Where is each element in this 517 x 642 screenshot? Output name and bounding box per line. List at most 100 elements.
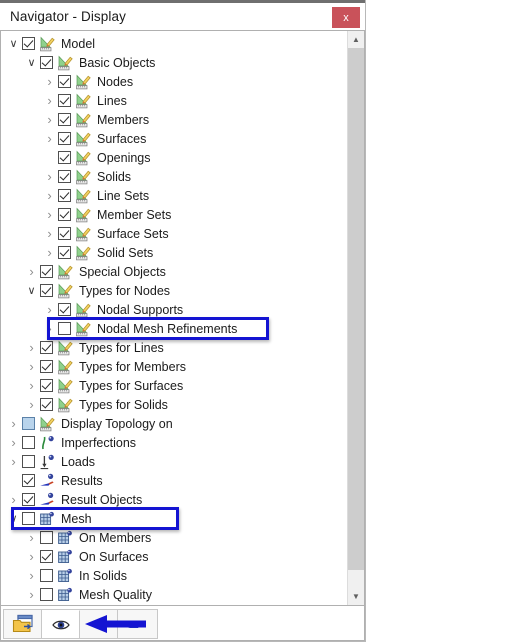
tree-checkbox[interactable] <box>40 379 53 392</box>
tree-checkbox[interactable] <box>40 588 53 601</box>
tree-checkbox[interactable] <box>22 436 35 449</box>
tree-checkbox[interactable] <box>22 455 35 468</box>
tree-row[interactable]: ∨ Basic Objects <box>1 53 347 72</box>
views-navigator-button[interactable] <box>80 610 118 638</box>
chevron-right-icon[interactable]: › <box>43 129 56 148</box>
tree-checkbox[interactable] <box>40 398 53 411</box>
tree-row[interactable]: › Nodal Supports <box>1 300 347 319</box>
tree-checkbox[interactable] <box>22 417 35 430</box>
tree-row[interactable]: › Member Sets <box>1 205 347 224</box>
chevron-right-icon[interactable]: › <box>43 300 56 319</box>
tree-checkbox[interactable] <box>40 284 53 297</box>
display-navigator-tree[interactable]: ∨ Model ∨ Basic Objects › Nodes › Lines › <box>1 31 347 605</box>
tree-row[interactable]: ∨ Mesh <box>1 507 347 530</box>
tree-checkbox[interactable] <box>58 208 71 221</box>
tree-row[interactable]: › On Members <box>1 528 347 547</box>
display-navigator-button[interactable] <box>42 610 80 638</box>
tree-row[interactable]: › Mesh Quality <box>1 585 347 604</box>
chevron-right-icon[interactable]: › <box>25 566 38 585</box>
chevron-right-icon[interactable]: › <box>43 110 56 129</box>
tree-row[interactable]: › Results <box>1 471 347 490</box>
scrollbar-thumb[interactable] <box>348 48 364 570</box>
tree-row[interactable]: › Members <box>1 110 347 129</box>
tree-checkbox[interactable] <box>22 474 35 487</box>
chevron-right-icon[interactable]: › <box>43 91 56 110</box>
tree-row[interactable]: › Openings <box>1 148 347 167</box>
chevron-right-icon[interactable]: › <box>25 262 38 281</box>
scroll-up-arrow-icon[interactable]: ▲ <box>348 31 364 48</box>
chevron-down-icon[interactable]: ∨ <box>7 34 20 53</box>
tree-checkbox[interactable] <box>22 37 35 50</box>
chevron-right-icon[interactable]: › <box>7 433 20 452</box>
chevron-down-icon[interactable]: ∨ <box>7 509 20 528</box>
tree-row[interactable]: › Types for Lines <box>1 338 347 357</box>
chevron-right-icon[interactable]: › <box>43 186 56 205</box>
chevron-down-icon[interactable]: ∨ <box>25 53 38 72</box>
tree-checkbox[interactable] <box>58 227 71 240</box>
chevron-right-icon[interactable]: › <box>25 585 38 604</box>
tree-row[interactable]: › Solid Sets <box>1 243 347 262</box>
tree-checkbox[interactable] <box>58 170 71 183</box>
tree-row[interactable]: › Lines <box>1 91 347 110</box>
tree-checkbox[interactable] <box>58 132 71 145</box>
tree-row[interactable]: › Imperfections <box>1 433 347 452</box>
tree-checkbox[interactable] <box>40 341 53 354</box>
chevron-right-icon[interactable]: › <box>7 414 20 433</box>
chevron-right-icon[interactable]: › <box>25 338 38 357</box>
tree-row[interactable]: › Display Topology on <box>1 414 347 433</box>
tree-row[interactable]: › Types for Solids <box>1 395 347 414</box>
model-icon <box>75 112 92 128</box>
tree-checkbox[interactable] <box>22 512 35 525</box>
tree-checkbox[interactable] <box>40 531 53 544</box>
chevron-right-icon[interactable]: › <box>43 72 56 91</box>
chevron-right-icon[interactable]: › <box>25 376 38 395</box>
chevron-right-icon[interactable]: › <box>25 547 38 566</box>
chevron-right-icon[interactable]: › <box>43 224 56 243</box>
tree-row[interactable]: › Result Objects <box>1 490 347 509</box>
tree-row[interactable]: › Surfaces <box>1 129 347 148</box>
project-navigator-button[interactable] <box>4 610 42 638</box>
tree-checkbox[interactable] <box>22 493 35 506</box>
chevron-down-icon[interactable]: ∨ <box>25 281 38 300</box>
results-navigator-button[interactable] <box>118 610 156 638</box>
tree-checkbox[interactable] <box>58 246 71 259</box>
tree-row[interactable]: ∨ Model <box>1 34 347 53</box>
tree-row[interactable]: › Types for Members <box>1 357 347 376</box>
chevron-right-icon[interactable]: › <box>25 357 38 376</box>
chevron-right-icon[interactable]: › <box>43 167 56 186</box>
chevron-right-icon[interactable]: › <box>7 490 20 509</box>
tree-checkbox[interactable] <box>40 56 53 69</box>
chevron-right-icon[interactable]: › <box>43 205 56 224</box>
chevron-right-icon[interactable]: › <box>43 319 56 338</box>
tree-row[interactable]: ∨ Types for Nodes <box>1 281 347 300</box>
tree-checkbox[interactable] <box>58 94 71 107</box>
tree-row[interactable]: › Special Objects <box>1 262 347 281</box>
chevron-right-icon[interactable]: › <box>7 452 20 471</box>
tree-checkbox[interactable] <box>58 75 71 88</box>
scroll-down-arrow-icon[interactable]: ▼ <box>348 588 364 605</box>
tree-row[interactable]: › Nodal Mesh Refinements <box>1 317 347 340</box>
tree-checkbox[interactable] <box>58 151 71 164</box>
tree-checkbox[interactable] <box>58 303 71 316</box>
tree-checkbox[interactable] <box>40 569 53 582</box>
tree-row[interactable]: › Types for Surfaces <box>1 376 347 395</box>
tree-checkbox[interactable] <box>58 322 71 335</box>
tree-checkbox[interactable] <box>40 265 53 278</box>
tree-item-label: Types for Solids <box>79 397 168 412</box>
tree-row[interactable]: › Loads <box>1 452 347 471</box>
vertical-scrollbar[interactable]: ▲ ▼ <box>347 31 364 605</box>
close-button[interactable]: x <box>332 7 360 28</box>
tree-row[interactable]: › On Surfaces <box>1 547 347 566</box>
tree-row[interactable]: › In Solids <box>1 566 347 585</box>
chevron-right-icon[interactable]: › <box>43 243 56 262</box>
tree-checkbox[interactable] <box>40 550 53 563</box>
tree-row[interactable]: › Surface Sets <box>1 224 347 243</box>
tree-row[interactable]: › Solids <box>1 167 347 186</box>
tree-checkbox[interactable] <box>58 189 71 202</box>
tree-checkbox[interactable] <box>58 113 71 126</box>
tree-checkbox[interactable] <box>40 360 53 373</box>
chevron-right-icon[interactable]: › <box>25 528 38 547</box>
tree-row[interactable]: › Line Sets <box>1 186 347 205</box>
chevron-right-icon[interactable]: › <box>25 395 38 414</box>
tree-row[interactable]: › Nodes <box>1 72 347 91</box>
